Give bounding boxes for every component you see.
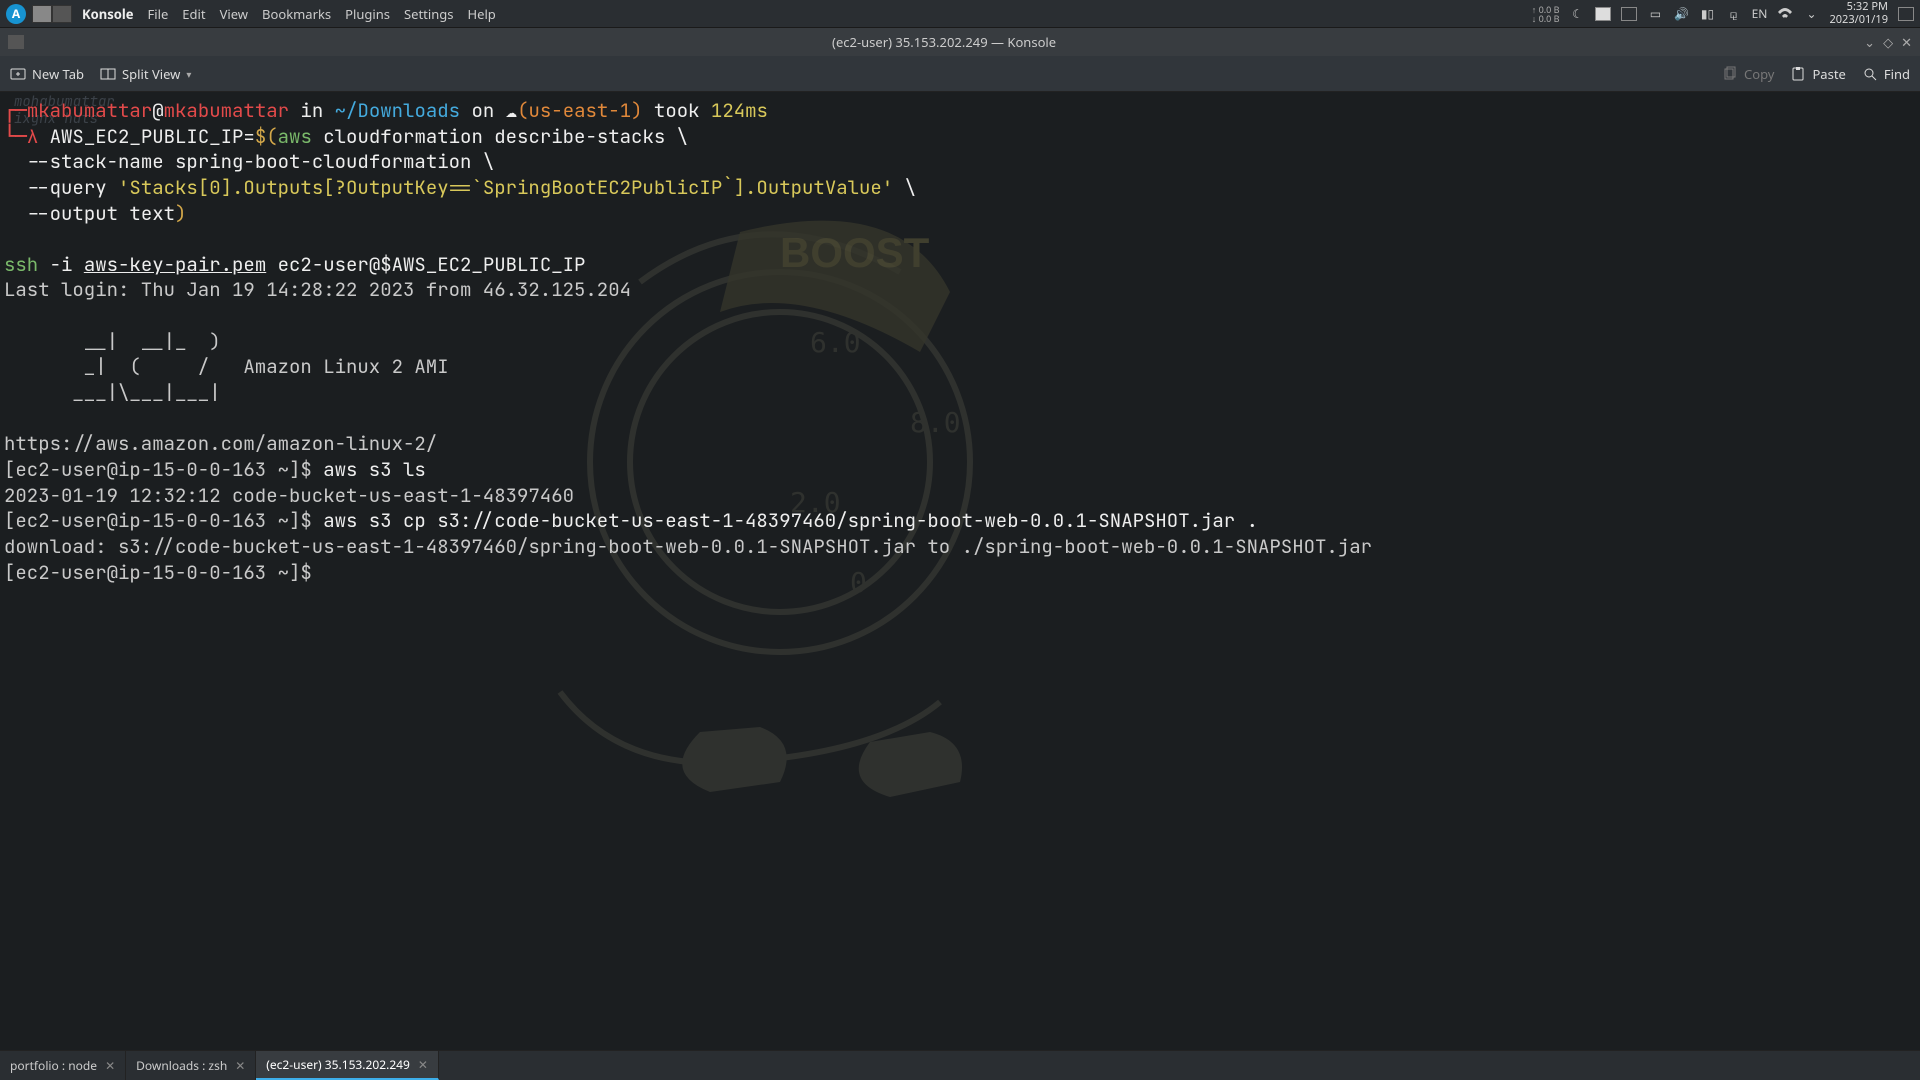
- menu-edit[interactable]: Edit: [182, 5, 205, 23]
- menu-file[interactable]: File: [148, 5, 169, 23]
- new-tab-icon: [10, 66, 26, 82]
- clock-date: 2023/01/19: [1829, 14, 1888, 26]
- volume-icon[interactable]: 🔊: [1673, 6, 1689, 22]
- system-menubar: A Konsole File Edit View Bookmarks Plugi…: [0, 0, 1920, 28]
- new-tab-label: New Tab: [32, 65, 84, 83]
- remote-prompt-2: [ec2-user@ip-15-0-0-163 ~]$ aws s3 cp s3…: [4, 508, 1916, 534]
- amazon-url: https://aws.amazon.com/amazon-linux-2/: [4, 431, 1916, 457]
- s3-cp-output: download: s3://code-bucket-us-east-1-483…: [4, 534, 1916, 560]
- chevron-down-icon: ▾: [186, 67, 191, 81]
- tab-label: portfolio : node: [10, 1057, 97, 1074]
- banner-1: __| __|_ ): [4, 329, 1916, 355]
- panel-icon[interactable]: [1621, 6, 1637, 22]
- battery-icon[interactable]: ▮▯: [1699, 6, 1715, 22]
- remote-prompt-empty: [ec2-user@ip-15-0-0-163 ~]$: [4, 560, 1916, 586]
- prompt-context: ┌─mkabumattar@mkabumattar in ~/Downloads…: [4, 98, 1916, 124]
- window-title: (ec2-user) 35.153.202.249 — Konsole: [832, 33, 1056, 51]
- ssh-line: ssh -i aws-key-pair.pem ec2-user@$AWS_EC…: [4, 252, 1916, 278]
- titlebar-icon: [8, 35, 24, 49]
- remote-prompt-1: [ec2-user@ip-15-0-0-163 ~]$ aws s3 ls: [4, 457, 1916, 483]
- split-view-button[interactable]: Split View ▾: [100, 65, 191, 83]
- show-desktop-icon[interactable]: [1898, 6, 1914, 22]
- minimize-button[interactable]: ⌄: [1864, 33, 1875, 51]
- last-login: Last login: Thu Jan 19 14:28:22 2023 fro…: [4, 277, 1916, 303]
- tab-label: Downloads : zsh: [136, 1057, 227, 1074]
- calendar-tray-icon[interactable]: ▭: [1647, 6, 1663, 22]
- command-line-3: --query 'Stacks[0].Outputs[?OutputKey==`…: [4, 175, 1916, 201]
- desktop-switcher[interactable]: [32, 5, 72, 23]
- network-speed: ↑ 0.0 B ↓ 0.0 B: [1532, 5, 1560, 23]
- system-tray: ↑ 0.0 B ↓ 0.0 B ☾ ▭ 🔊 ▮▯ ⚼ EN ⌄ 5:32 PM …: [1532, 1, 1914, 25]
- copy-label: Copy: [1744, 65, 1774, 83]
- paste-button[interactable]: Paste: [1790, 65, 1845, 83]
- toolbar: New Tab Split View ▾ Copy Paste Find: [0, 56, 1920, 92]
- net-down: ↓ 0.0 B: [1532, 14, 1560, 23]
- command-line-2: --stack-name spring-boot-cloudformation …: [4, 149, 1916, 175]
- terminal[interactable]: mohabumattar ixynx hdts BOOST 6.0 8.0 2.…: [0, 92, 1920, 1050]
- tab-downloads[interactable]: Downloads : zsh ✕: [126, 1051, 256, 1080]
- window-titlebar: (ec2-user) 35.153.202.249 — Konsole ⌄ ◇ …: [0, 28, 1920, 56]
- menu-help[interactable]: Help: [467, 5, 495, 23]
- arch-logo-icon[interactable]: A: [6, 4, 26, 24]
- close-button[interactable]: ✕: [1901, 33, 1912, 51]
- menu-bookmarks[interactable]: Bookmarks: [262, 5, 331, 23]
- tab-ec2[interactable]: (ec2-user) 35.153.202.249 ✕: [256, 1051, 439, 1080]
- blank3: [4, 406, 1916, 432]
- clock[interactable]: 5:32 PM 2023/01/19: [1829, 1, 1888, 25]
- find-label: Find: [1884, 65, 1910, 83]
- split-view-icon: [100, 66, 116, 82]
- split-view-label: Split View: [122, 65, 180, 83]
- wifi-icon[interactable]: [1777, 6, 1793, 22]
- tab-label: (ec2-user) 35.153.202.249: [266, 1056, 410, 1073]
- menu-view[interactable]: View: [220, 5, 248, 23]
- search-icon: [1862, 66, 1878, 82]
- copy-button[interactable]: Copy: [1722, 65, 1774, 83]
- clipboard-tray-icon[interactable]: [1595, 6, 1611, 22]
- keyboard-layout[interactable]: EN: [1751, 6, 1767, 22]
- banner-3: ___|\___|___|: [4, 380, 1916, 406]
- find-button[interactable]: Find: [1862, 65, 1910, 83]
- banner-2: _| ( / Amazon Linux 2 AMI: [4, 354, 1916, 380]
- close-icon[interactable]: ✕: [235, 1057, 245, 1074]
- night-color-icon[interactable]: ☾: [1569, 6, 1585, 22]
- menu-settings[interactable]: Settings: [404, 5, 453, 23]
- bluetooth-icon[interactable]: ⚼: [1725, 6, 1741, 22]
- close-icon[interactable]: ✕: [105, 1057, 115, 1074]
- maximize-button[interactable]: ◇: [1883, 33, 1893, 51]
- s3-ls-output: 2023-01-19 12:32:12 code-bucket-us-east-…: [4, 483, 1916, 509]
- copy-icon: [1722, 66, 1738, 82]
- app-name: Konsole: [82, 5, 134, 23]
- paste-icon: [1790, 66, 1806, 82]
- close-icon[interactable]: ✕: [418, 1056, 428, 1073]
- blank2: [4, 303, 1916, 329]
- command-line-4: --output text): [4, 201, 1916, 227]
- new-tab-button[interactable]: New Tab: [10, 65, 84, 83]
- menu-plugins[interactable]: Plugins: [345, 5, 390, 23]
- paste-label: Paste: [1812, 65, 1845, 83]
- blank: [4, 226, 1916, 252]
- command-line-1: └─λ AWS_EC2_PUBLIC_IP=$(aws cloudformati…: [4, 124, 1916, 150]
- tray-expand-icon[interactable]: ⌄: [1803, 6, 1819, 22]
- tab-portfolio[interactable]: portfolio : node ✕: [0, 1051, 126, 1080]
- terminal-tabbar: portfolio : node ✕ Downloads : zsh ✕ (ec…: [0, 1050, 1920, 1080]
